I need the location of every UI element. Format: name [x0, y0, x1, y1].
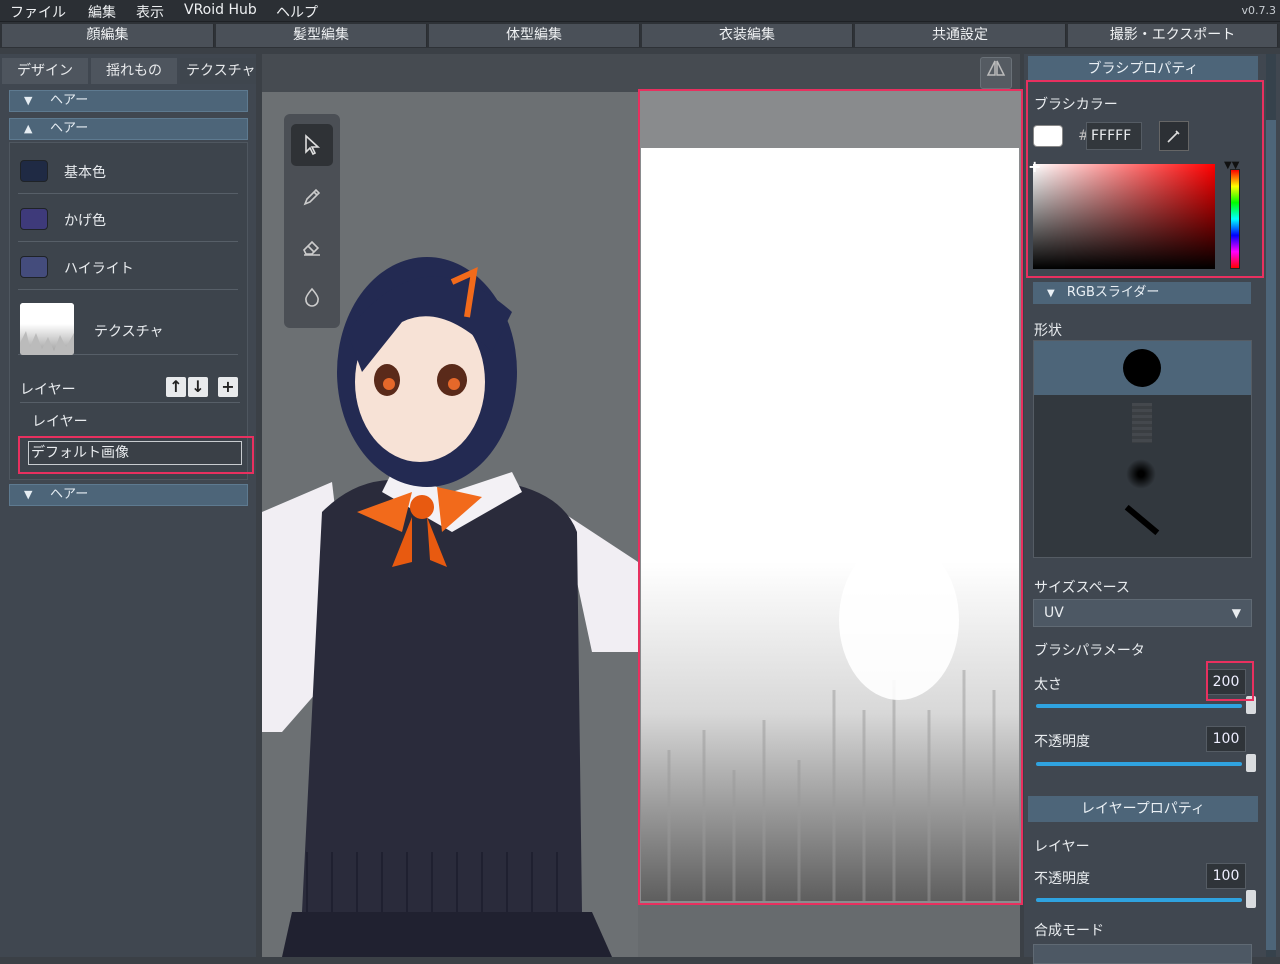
tab-face[interactable]: 顔編集 — [2, 24, 214, 47]
viewport-top-bar — [262, 54, 1020, 92]
blend-mode-label: 合成モード — [1034, 923, 1104, 939]
layer-label: レイヤー — [1034, 839, 1090, 855]
menu-edit[interactable]: 編集 — [88, 2, 116, 22]
add-layer-icon[interactable]: + — [218, 377, 238, 397]
left-panel: デザイン 揺れもの テクスチャ ▼ ヘアー ▲ ヘアー 基本色 かげ色 ハイライ… — [0, 54, 256, 957]
scrollbar-thumb[interactable] — [1266, 120, 1276, 950]
blend-mode-dropdown[interactable] — [1033, 944, 1252, 964]
menu-view[interactable]: 表示 — [136, 2, 164, 22]
subtab-design[interactable]: デザイン — [2, 58, 88, 84]
tab-hair[interactable]: 髪型編集 — [216, 24, 427, 47]
highlight-brush-color — [1026, 80, 1264, 278]
move-down-icon[interactable]: ↓ — [188, 377, 208, 397]
tab-common[interactable]: 共通設定 — [855, 24, 1066, 47]
shape-texture-brush[interactable] — [1132, 403, 1152, 443]
menu-bar: ファイル 編集 表示 VRoid Hub ヘルプ v0.7.3 — [0, 0, 1280, 22]
brush-properties-header: ブラシプロパティ — [1028, 56, 1258, 82]
brush-shape-list — [1033, 340, 1252, 558]
texture-thumbnail[interactable] — [20, 303, 74, 355]
tool-palette — [284, 114, 340, 328]
opacity-label: 不透明度 — [1034, 734, 1090, 750]
layer-opacity-label: 不透明度 — [1034, 871, 1090, 887]
move-up-icon[interactable]: ↑ — [166, 377, 186, 397]
base-color-swatch[interactable] — [20, 160, 48, 182]
chevron-down-icon: ▼ — [24, 94, 33, 107]
chevron-down-icon: ▼ — [24, 488, 33, 501]
opacity-value[interactable]: 100 — [1206, 726, 1246, 752]
hair-section-collapsed-2[interactable]: ▼ ヘアー — [9, 484, 248, 506]
layer-group-label: レイヤー — [32, 414, 88, 430]
select-tool-icon[interactable] — [291, 124, 333, 166]
hair-section-collapsed-1[interactable]: ▼ ヘアー — [9, 90, 248, 112]
highlight-color-swatch[interactable] — [20, 256, 48, 278]
shade-color-swatch[interactable] — [20, 208, 48, 230]
chevron-down-icon: ▼ — [1231, 606, 1241, 620]
layers-row: レイヤー ↑ ↓ + — [20, 373, 240, 403]
slider-handle[interactable] — [1246, 890, 1256, 908]
shape-soft-circle[interactable] — [1126, 459, 1156, 489]
fill-tool-icon[interactable] — [291, 276, 333, 318]
size-space-label: サイズスペース — [1034, 580, 1130, 596]
hair-section-expanded[interactable]: ▲ ヘアー — [9, 118, 248, 140]
layer-properties-header: レイヤープロパティ — [1028, 796, 1258, 822]
shape-label: 形状 — [1034, 323, 1062, 339]
size-space-dropdown[interactable]: UV ▼ — [1033, 599, 1252, 627]
menu-file[interactable]: ファイル — [10, 2, 66, 22]
brush-params-label: ブラシパラメータ — [1034, 643, 1145, 659]
layer-opacity-slider[interactable] — [1036, 890, 1256, 908]
menu-help[interactable]: ヘルプ — [276, 2, 318, 22]
eraser-tool-icon[interactable] — [291, 226, 333, 268]
chevron-up-icon: ▲ — [24, 122, 33, 135]
menu-vroid-hub[interactable]: VRoid Hub — [184, 2, 257, 18]
version-label: v0.7.3 — [1241, 4, 1277, 17]
shape-hard-circle[interactable] — [1034, 341, 1251, 395]
shade-color-row[interactable]: かげ色 — [18, 195, 238, 242]
mirror-icon[interactable] — [980, 57, 1012, 89]
shape-line-brush[interactable] — [1124, 504, 1160, 536]
highlight-layer-item — [18, 436, 254, 474]
thickness-label: 太さ — [1034, 677, 1062, 693]
highlight-texture-canvas — [638, 89, 1023, 905]
hair-section-content: 基本色 かげ色 ハイライト テクスチャ レイヤー ↑ ↓ + レイヤー デフォル… — [9, 142, 248, 480]
tab-body[interactable]: 体型編集 — [429, 24, 640, 47]
rgb-sliders-header[interactable]: ▼ RGBスライダー — [1033, 282, 1251, 304]
opacity-slider[interactable] — [1036, 754, 1256, 772]
base-color-row[interactable]: 基本色 — [18, 147, 238, 194]
tab-outfit[interactable]: 衣装編集 — [642, 24, 853, 47]
highlight-color-row[interactable]: ハイライト — [18, 243, 238, 290]
thickness-slider[interactable] — [1036, 696, 1256, 714]
subtab-texture[interactable]: テクスチャ — [180, 58, 256, 84]
highlight-thickness-value — [1206, 661, 1254, 701]
chevron-down-icon: ▼ — [1047, 288, 1055, 299]
subtab-physics[interactable]: 揺れもの — [91, 58, 177, 84]
slider-handle[interactable] — [1246, 754, 1256, 772]
main-tabs: 顔編集 髪型編集 体型編集 衣装編集 共通設定 撮影・エクスポート — [0, 22, 1280, 48]
layer-opacity-value[interactable]: 100 — [1206, 863, 1246, 889]
layers-label: レイヤー — [20, 382, 76, 398]
texture-row[interactable]: テクスチャ — [18, 291, 238, 355]
pen-tool-icon[interactable] — [291, 176, 333, 218]
tab-export[interactable]: 撮影・エクスポート — [1068, 24, 1278, 47]
